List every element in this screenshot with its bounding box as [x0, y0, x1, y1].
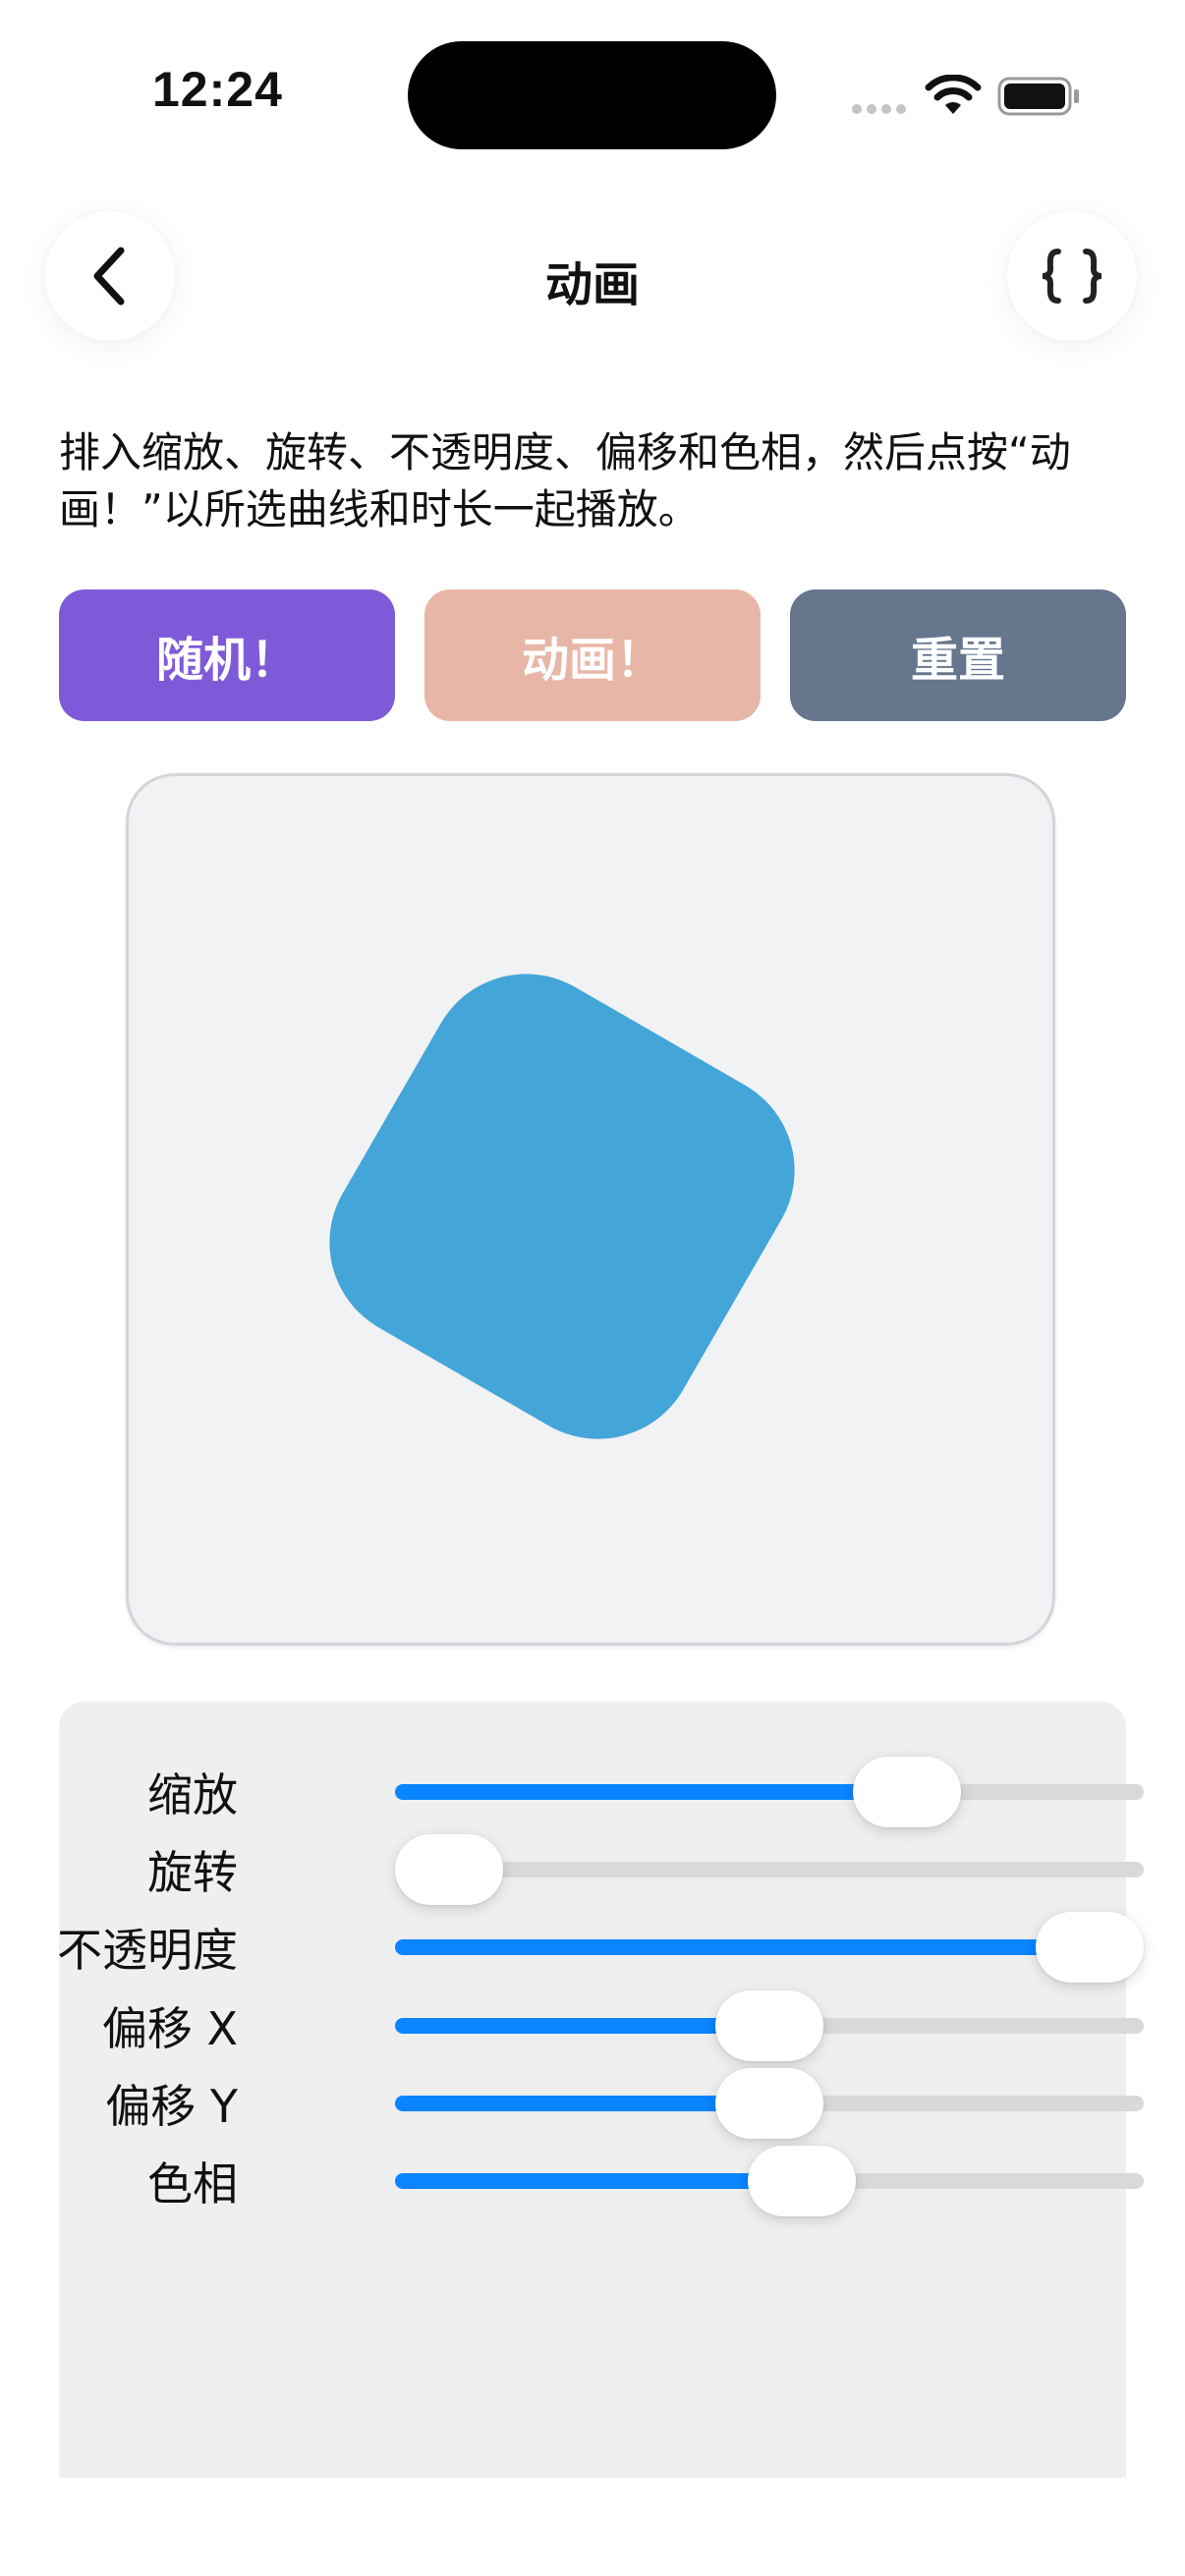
slider-label: 偏移 Y [105, 2079, 238, 2133]
curly-braces-icon [1042, 249, 1102, 304]
slider-fill [395, 1939, 1090, 1956]
slider-thumb[interactable] [747, 2146, 856, 2216]
slider-thumb[interactable] [395, 1834, 503, 1906]
slider-thumb[interactable] [715, 1989, 823, 2061]
description-text: 排入缩放、旋转、不透明度、偏移和色相，然后点按“动画！”以所选曲线和时长一起播放… [59, 428, 1071, 533]
slider-track[interactable] [395, 1757, 1144, 1827]
slider-fill [395, 2095, 769, 2111]
status-time: 12:24 [152, 62, 283, 117]
reset-button[interactable]: 重置 [790, 589, 1126, 721]
cellular-signal-icon [852, 104, 906, 114]
slider-label: 色相 [147, 2157, 238, 2211]
slider-fill [395, 2173, 802, 2189]
battery-icon [997, 77, 1079, 116]
slider-fill [395, 1784, 908, 1800]
slider-track[interactable] [395, 2067, 1144, 2139]
slider-track[interactable] [395, 1989, 1144, 2061]
slider-track[interactable] [395, 1912, 1144, 1984]
slider-fill [395, 2017, 769, 2034]
random-button[interactable]: 随机！ [59, 589, 395, 721]
slider-label: 旋转 [147, 1846, 238, 1900]
slider-thumb[interactable] [715, 2067, 823, 2139]
slider-thumb[interactable] [853, 1757, 962, 1827]
slider-track[interactable] [395, 1834, 1144, 1906]
dynamic-island [408, 41, 776, 149]
slider-label: 偏移 X [101, 2001, 238, 2055]
status-bar: 12:24 [0, 0, 1185, 187]
animate-button[interactable]: 动画！ [424, 589, 761, 721]
slider-thumb[interactable] [1036, 1912, 1144, 1984]
controls-panel: 缩放旋转不透明度偏移 X 偏移 Y 色相 [57, 1702, 1144, 2478]
slider-label: 缩放 [147, 1768, 238, 1821]
slider-label: 不透明度 [57, 1924, 238, 1978]
wifi-icon [925, 75, 982, 114]
code-button[interactable] [1007, 211, 1137, 341]
slider-track[interactable] [395, 2146, 1144, 2216]
